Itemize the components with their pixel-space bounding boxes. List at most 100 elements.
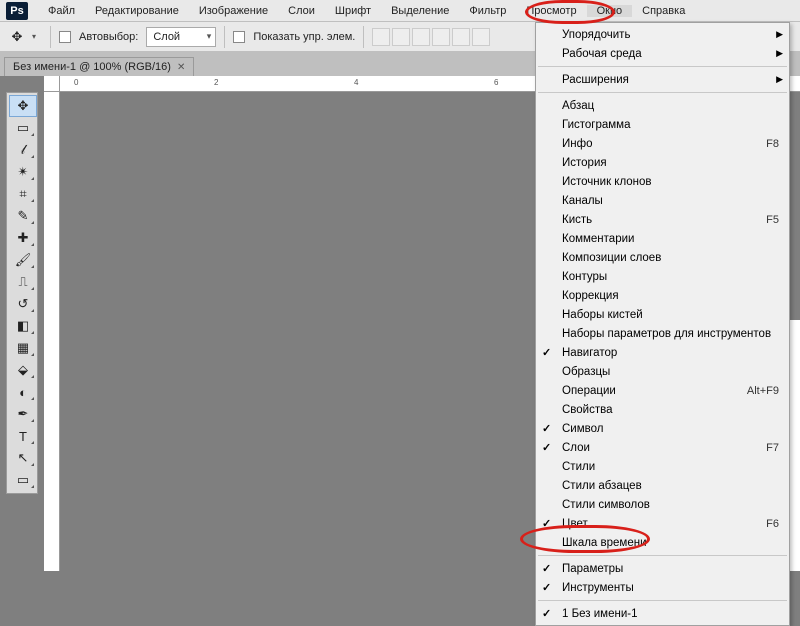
menu-item-label: Кисть [562, 214, 592, 226]
menu-item[interactable]: Навигатор✓ [536, 343, 789, 362]
menu-item-label: Стили абзацев [562, 480, 642, 492]
menu-просмотр[interactable]: Просмотр [516, 5, 586, 17]
menu-справка[interactable]: Справка [632, 5, 695, 17]
show-controls-label: Показать упр. элем. [253, 31, 355, 43]
menu-фильтр[interactable]: Фильтр [459, 5, 516, 17]
menu-окно[interactable]: Окно [587, 5, 633, 17]
brush-tool[interactable]: 🖌 [9, 249, 37, 271]
menu-файл[interactable]: Файл [38, 5, 85, 17]
align-button[interactable] [392, 28, 410, 46]
menu-item[interactable]: Шкала времени [536, 533, 789, 552]
dodge-tool[interactable]: ◐ [9, 381, 37, 403]
menu-item[interactable]: Расширения▶ [536, 70, 789, 89]
type-tool[interactable]: T [9, 425, 37, 447]
menu-item[interactable]: Контуры [536, 267, 789, 286]
history-brush-tool[interactable]: ↺ [9, 293, 37, 315]
menu-item[interactable]: Рабочая среда▶ [536, 44, 789, 63]
gradient-tool[interactable]: ▦ [9, 337, 37, 359]
menu-item[interactable]: 1 Без имени-1✓ [536, 604, 789, 623]
menu-item-label: Наборы параметров для инструментов [562, 328, 771, 340]
shape-tool[interactable]: ▭ [9, 469, 37, 491]
check-icon: ✓ [542, 441, 551, 454]
menu-separator [538, 92, 787, 93]
menu-item[interactable]: Абзац [536, 96, 789, 115]
menu-item[interactable]: ОперацииAlt+F9 [536, 381, 789, 400]
menu-item-label: Цвет [562, 518, 588, 530]
pen-tool[interactable]: ✒ [9, 403, 37, 425]
eyedropper-tool[interactable]: ✎ [9, 205, 37, 227]
menu-item-label: Стили [562, 461, 595, 473]
healing-tool[interactable]: ✚ [9, 227, 37, 249]
menu-separator [538, 600, 787, 601]
app-logo: Ps [6, 2, 28, 20]
menu-item[interactable]: Символ✓ [536, 419, 789, 438]
menu-item[interactable]: Образцы [536, 362, 789, 381]
move-tool-icon: ✥ [8, 28, 26, 46]
menu-item-label: Операции [562, 385, 616, 397]
menu-item[interactable]: Композиции слоев [536, 248, 789, 267]
crop-tool[interactable]: ⌗ [9, 183, 37, 205]
menu-слои[interactable]: Слои [278, 5, 325, 17]
show-controls-checkbox[interactable] [233, 31, 245, 43]
menu-item[interactable]: Упорядочить ▶ [536, 25, 789, 44]
align-button[interactable] [372, 28, 390, 46]
menu-item-label: Гистограмма [562, 119, 630, 131]
menu-item-label: Расширения [562, 74, 629, 86]
vertical-ruler [44, 92, 60, 571]
stamp-tool[interactable]: ⎍ [9, 271, 37, 293]
move-tool[interactable]: ✥ [9, 95, 37, 117]
menu-item[interactable]: Инструменты ✓ [536, 578, 789, 597]
menu-item-label: Абзац [562, 100, 594, 112]
align-button[interactable] [432, 28, 450, 46]
autoselect-checkbox[interactable] [59, 31, 71, 43]
check-icon: ✓ [542, 581, 551, 594]
check-icon: ✓ [542, 517, 551, 530]
menu-item[interactable]: Цвет✓F6 [536, 514, 789, 533]
menu-item[interactable]: Стили символов [536, 495, 789, 514]
menu-item[interactable]: Наборы параметров для инструментов [536, 324, 789, 343]
check-icon: ✓ [542, 607, 551, 620]
autoselect-dropdown[interactable]: Слой [146, 27, 216, 47]
menu-item[interactable]: История [536, 153, 789, 172]
autoselect-label: Автовыбор: [79, 31, 138, 43]
menu-item[interactable]: ИнфоF8 [536, 134, 789, 153]
menu-item[interactable]: Источник клонов [536, 172, 789, 191]
eraser-tool[interactable]: ◧ [9, 315, 37, 337]
menu-шрифт[interactable]: Шрифт [325, 5, 381, 17]
menu-item-label: Коррекция [562, 290, 619, 302]
menu-item[interactable]: Каналы [536, 191, 789, 210]
menu-item[interactable]: Стили [536, 457, 789, 476]
blur-tool[interactable]: ⬙ [9, 359, 37, 381]
lasso-tool[interactable]: 𝓁 [9, 139, 37, 161]
submenu-arrow-icon: ▶ [776, 48, 783, 59]
menu-item[interactable]: Стили абзацев [536, 476, 789, 495]
close-icon[interactable]: ✕ [177, 62, 185, 73]
menu-item-label: Шкала времени [562, 537, 647, 549]
align-button[interactable] [472, 28, 490, 46]
align-button[interactable] [412, 28, 430, 46]
submenu-arrow-icon: ▶ [776, 29, 783, 40]
menu-item[interactable]: Комментарии [536, 229, 789, 248]
menu-item[interactable]: Параметры✓ [536, 559, 789, 578]
document-tab[interactable]: Без имени-1 @ 100% (RGB/16) ✕ [4, 57, 194, 76]
align-button[interactable] [452, 28, 470, 46]
menu-item-label: Наборы кистей [562, 309, 643, 321]
menu-редактирование[interactable]: Редактирование [85, 5, 189, 17]
menu-item[interactable]: Коррекция [536, 286, 789, 305]
menu-item[interactable]: Свойства [536, 400, 789, 419]
menu-item[interactable]: Гистограмма [536, 115, 789, 134]
menu-item[interactable]: Наборы кистей [536, 305, 789, 324]
menu-item-label: Инструменты [562, 582, 634, 594]
menu-item-label: Упорядочить [562, 29, 630, 41]
menu-изображение[interactable]: Изображение [189, 5, 278, 17]
tool-preset-chevron-icon[interactable]: ▾ [32, 32, 42, 42]
document-tab-title: Без имени-1 @ 100% (RGB/16) [13, 61, 171, 73]
check-icon: ✓ [542, 346, 551, 359]
marquee-tool[interactable]: ▭ [9, 117, 37, 139]
menu-item-label: Образцы [562, 366, 610, 378]
menu-item[interactable]: Слои✓F7 [536, 438, 789, 457]
menu-выделение[interactable]: Выделение [381, 5, 459, 17]
magic-wand-tool[interactable]: ✴ [9, 161, 37, 183]
path-select-tool[interactable]: ↖ [9, 447, 37, 469]
menu-item[interactable]: КистьF5 [536, 210, 789, 229]
